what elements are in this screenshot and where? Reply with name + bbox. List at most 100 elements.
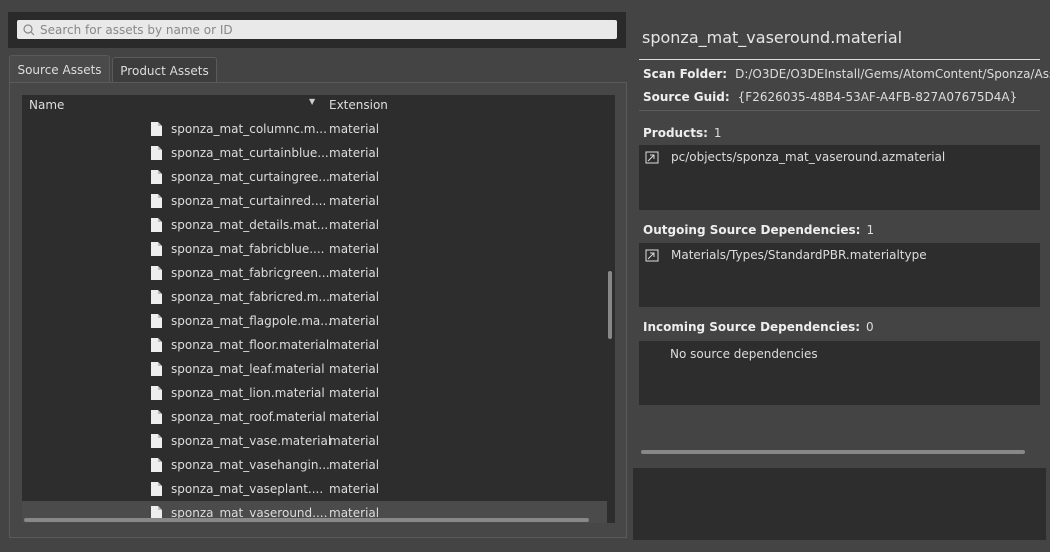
product-item[interactable]: pc/objects/sponza_mat_vaseround.azmateri… <box>645 150 945 164</box>
tab-panel: Name ▼ Extension sponza_mat_columnc.m...… <box>9 82 627 538</box>
asset-name: sponza_mat_roof.material <box>171 410 326 424</box>
asset-name: sponza_mat_floor.material <box>171 338 330 352</box>
file-icon <box>151 266 162 280</box>
column-name[interactable]: Name <box>29 98 64 112</box>
outgoing-deps-list: Materials/Types/StandardPBR.materialtype <box>639 243 1040 307</box>
incoming-deps-label: Incoming Source Dependencies: <box>643 320 861 334</box>
file-icon <box>151 386 162 400</box>
asset-extension: material <box>329 242 380 256</box>
details-horizontal-scrollbar[interactable] <box>641 450 1025 454</box>
asset-name: sponza_mat_fabricblue.... <box>171 242 325 256</box>
search-input[interactable]: Search for assets by name or ID <box>17 20 617 39</box>
tree-header: Name ▼ Extension <box>22 95 615 115</box>
bottom-panel <box>633 468 1046 540</box>
column-extension[interactable]: Extension <box>329 98 388 112</box>
table-row[interactable]: sponza_mat_leaf.material material <box>22 357 607 381</box>
tab-product-assets[interactable]: Product Assets <box>112 57 217 83</box>
file-icon <box>151 482 162 496</box>
file-icon <box>151 290 162 304</box>
table-row[interactable]: sponza_mat_fabricred.m... material <box>22 285 607 309</box>
file-icon <box>151 122 162 136</box>
table-row[interactable]: sponza_mat_curtainblue.... material <box>22 141 607 165</box>
dependency-path: Materials/Types/StandardPBR.materialtype <box>671 248 927 262</box>
asset-extension: material <box>329 434 380 448</box>
asset-extension: material <box>329 122 380 136</box>
asset-name: sponza_mat_fabricred.m... <box>171 290 330 304</box>
divider <box>639 110 1040 111</box>
table-row[interactable]: sponza_mat_roof.material material <box>22 405 607 429</box>
table-row[interactable]: sponza_mat_fabricblue.... material <box>22 237 607 261</box>
asset-name: sponza_mat_vase.material <box>171 434 332 448</box>
table-row[interactable]: sponza_mat_vasehangin... material <box>22 453 607 477</box>
table-row[interactable]: sponza_mat_details.mat... material <box>22 213 607 237</box>
product-path: pc/objects/sponza_mat_vaseround.azmateri… <box>671 150 946 164</box>
asset-extension: material <box>329 410 380 424</box>
no-dependencies-text: No source dependencies <box>670 347 818 361</box>
search-icon <box>23 23 35 35</box>
table-row[interactable]: sponza_mat_columnc.m... material <box>22 117 607 141</box>
search-placeholder: Search for assets by name or ID <box>40 22 233 37</box>
table-row[interactable]: sponza_mat_curtaingree... material <box>22 165 607 189</box>
asset-name: sponza_mat_flagpole.ma... <box>171 314 332 328</box>
file-icon <box>151 338 162 352</box>
file-icon <box>151 194 162 208</box>
asset-extension: material <box>329 170 380 184</box>
table-row[interactable]: sponza_mat_curtainred.... material <box>22 189 607 213</box>
asset-extension: material <box>329 362 380 376</box>
products-count: 1 <box>713 126 722 140</box>
asset-name: sponza_mat_curtainred.... <box>171 194 327 208</box>
asset-extension: material <box>329 458 380 472</box>
asset-title: sponza_mat_vaseround.material <box>642 28 903 47</box>
table-row[interactable]: sponza_mat_fabricgreen... material <box>22 261 607 285</box>
asset-extension: material <box>329 386 380 400</box>
products-list: pc/objects/sponza_mat_vaseround.azmateri… <box>639 145 1040 210</box>
table-row[interactable]: sponza_mat_floor.material material <box>22 333 607 357</box>
incoming-deps-count: 0 <box>866 320 874 334</box>
asset-name: sponza_mat_fabricgreen... <box>171 266 330 280</box>
source-guid-label: Source Guid: <box>643 90 730 104</box>
table-row[interactable]: sponza_mat_lion.material material <box>22 381 607 405</box>
file-icon <box>151 218 162 232</box>
vertical-scrollbar[interactable] <box>608 271 612 339</box>
products-label: Products: <box>643 126 708 140</box>
asset-extension: material <box>329 266 380 280</box>
asset-name: sponza_mat_lion.material <box>171 386 325 400</box>
asset-extension: material <box>329 194 380 208</box>
scan-folder-value: D:/O3DE/O3DEInstall/Gems/AtomContent/Spo… <box>735 67 1050 81</box>
asset-name: sponza_mat_curtainblue.... <box>171 146 333 160</box>
outgoing-deps-count: 1 <box>866 223 875 237</box>
asset-name: sponza_mat_columnc.m... <box>171 122 327 136</box>
asset-extension: material <box>329 290 380 304</box>
goto-link-icon[interactable] <box>645 249 659 262</box>
table-row[interactable]: sponza_mat_vase.material material <box>22 429 607 453</box>
goto-link-icon[interactable] <box>645 151 659 164</box>
file-icon <box>151 434 162 448</box>
file-icon <box>151 458 162 472</box>
tab-source-assets[interactable]: Source Assets <box>9 55 110 83</box>
tab-label: Product Assets <box>120 63 209 78</box>
search-bar: Search for assets by name or ID <box>8 12 626 48</box>
asset-name: sponza_mat_vaseplant.... <box>171 482 324 496</box>
table-row[interactable]: sponza_mat_flagpole.ma... material <box>22 309 607 333</box>
file-icon <box>151 170 162 184</box>
incoming-deps-list: No source dependencies <box>639 341 1040 405</box>
outgoing-dep-item[interactable]: Materials/Types/StandardPBR.materialtype <box>645 248 927 262</box>
asset-name: sponza_mat_leaf.material <box>171 362 325 376</box>
asset-extension: material <box>329 338 380 352</box>
file-icon <box>151 314 162 328</box>
outgoing-deps-label: Outgoing Source Dependencies: <box>643 223 861 237</box>
asset-extension: material <box>329 218 380 232</box>
file-icon <box>151 242 162 256</box>
source-guid-value: {F2626035-48B4-53AF-A4FB-827A07675D4A} <box>737 90 1018 104</box>
asset-name: sponza_mat_details.mat... <box>171 218 329 232</box>
file-icon <box>151 146 162 160</box>
asset-tree[interactable]: Name ▼ Extension sponza_mat_columnc.m...… <box>22 95 615 523</box>
horizontal-scrollbar[interactable] <box>24 518 589 522</box>
table-row[interactable]: sponza_mat_vaseplant.... material <box>22 477 607 501</box>
file-icon <box>151 362 162 376</box>
sort-arrow-icon[interactable]: ▼ <box>309 97 315 106</box>
asset-extension: material <box>329 314 380 328</box>
asset-extension: material <box>329 482 380 496</box>
asset-extension: material <box>329 146 380 160</box>
asset-name: sponza_mat_vasehangin... <box>171 458 330 472</box>
